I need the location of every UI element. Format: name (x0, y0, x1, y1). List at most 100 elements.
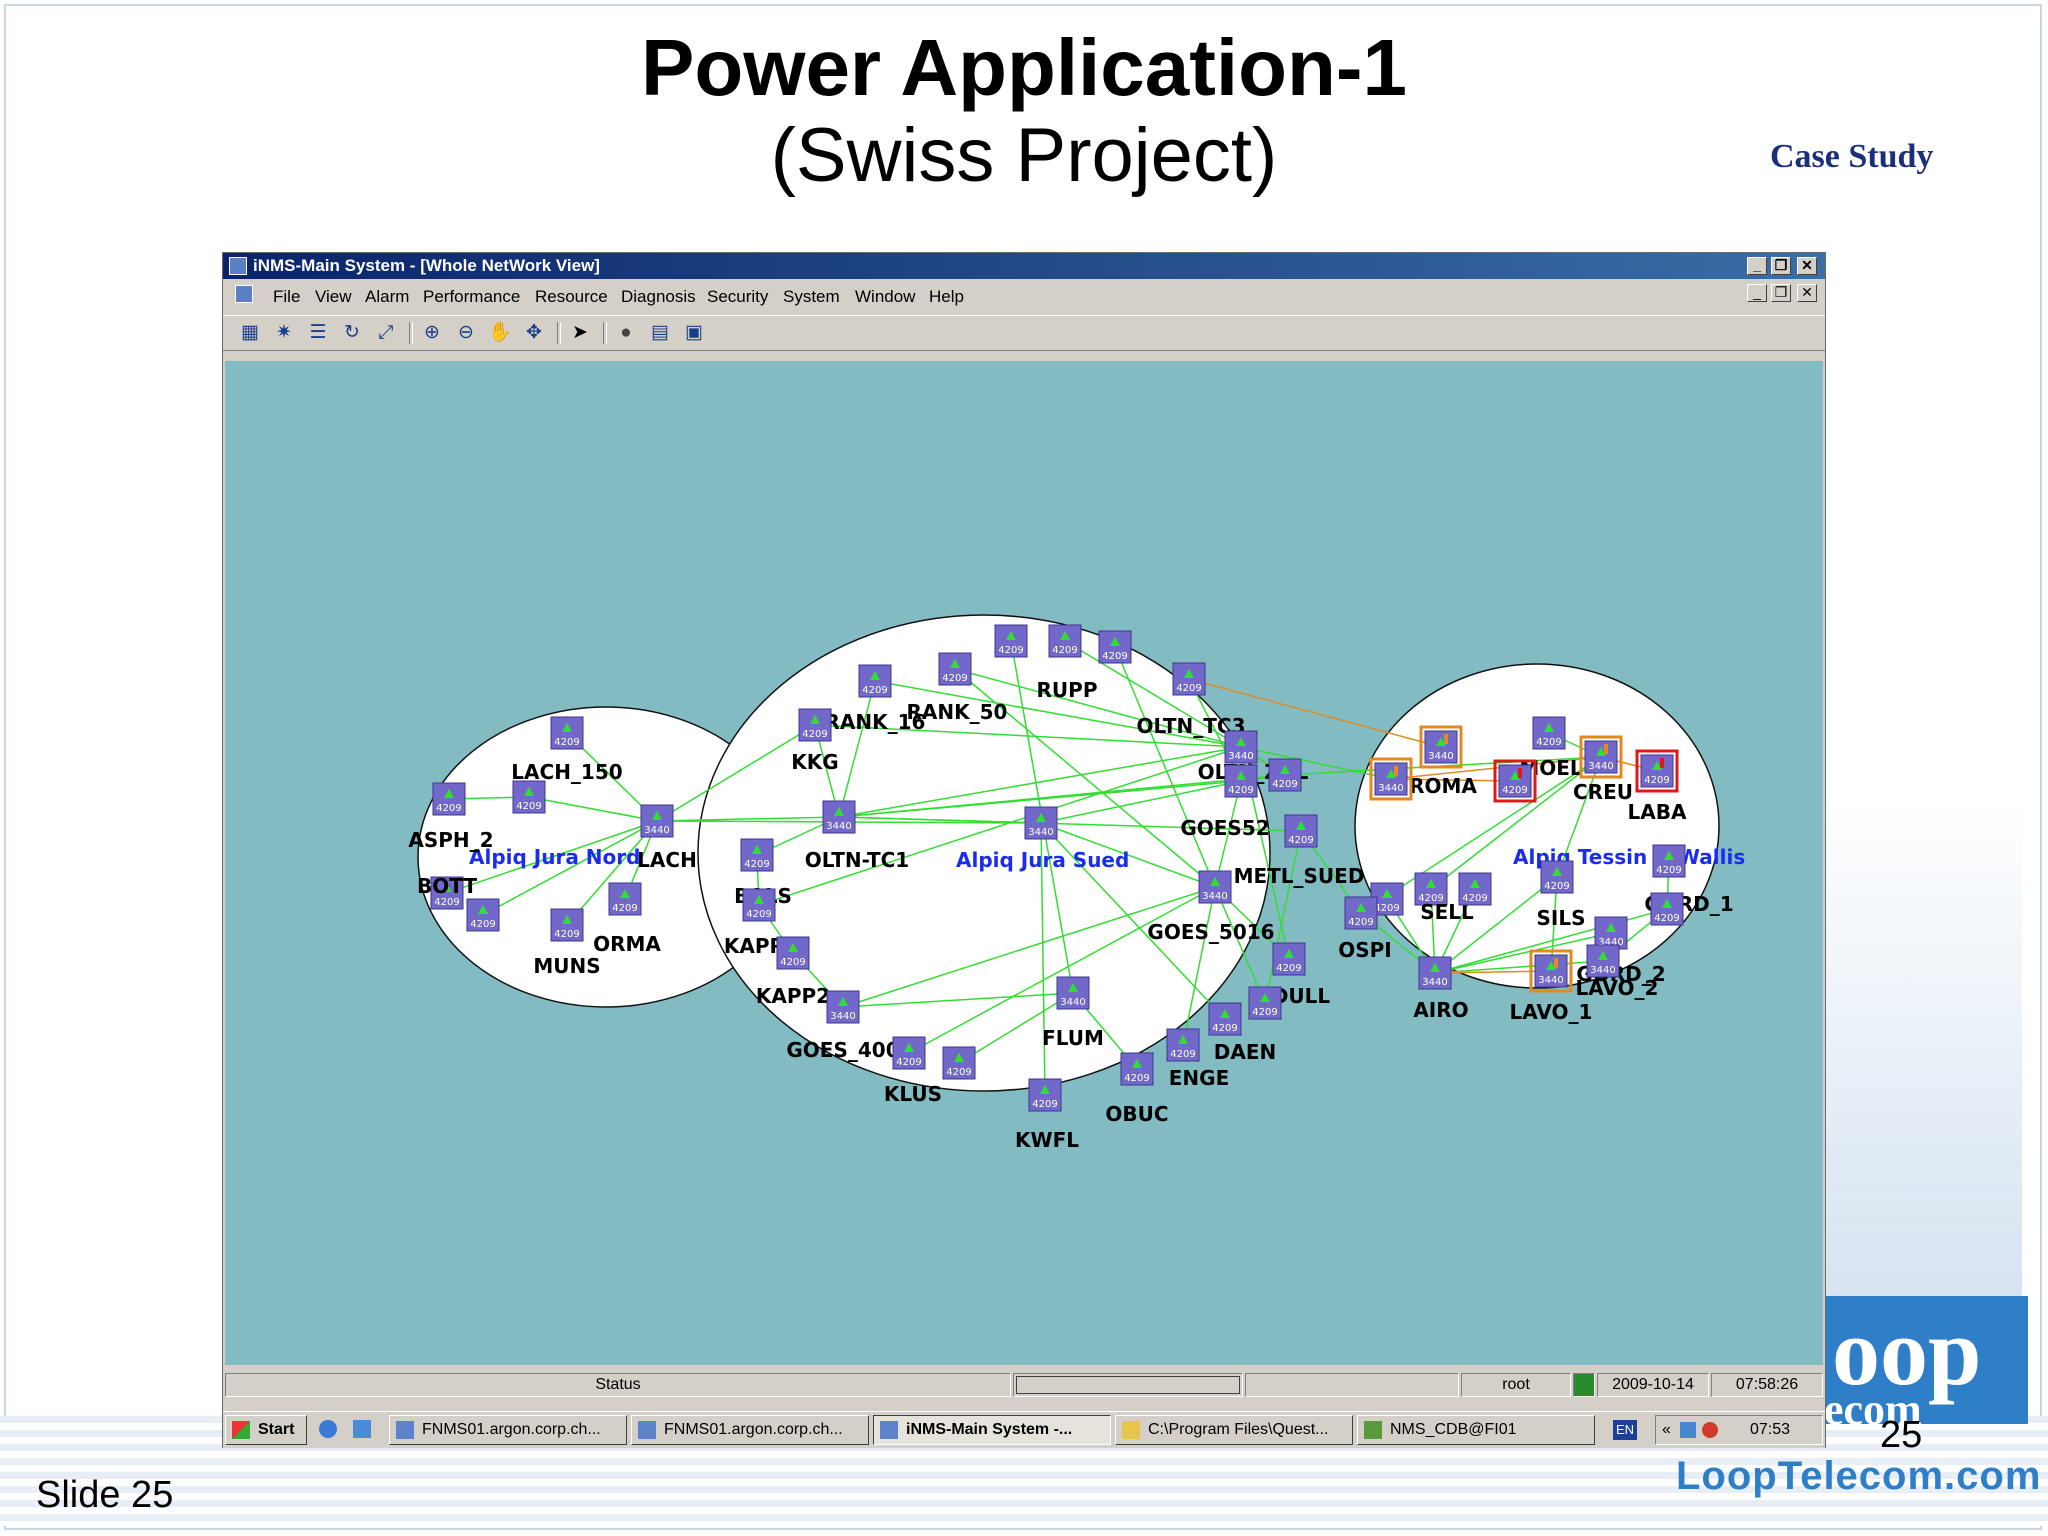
node-label: KWFL (1015, 1128, 1079, 1152)
device-model: 4209 (1228, 785, 1253, 796)
device-model: 3440 (1202, 891, 1227, 902)
device-model: 4209 (470, 919, 495, 930)
app-icon (229, 257, 247, 275)
device-model: 3440 (1428, 751, 1453, 762)
menu-help[interactable]: Help (929, 287, 964, 307)
maximize-button[interactable]: ❐ (1771, 257, 1791, 275)
network-icon[interactable]: ✷ (271, 321, 297, 345)
doc-close-button[interactable]: ✕ (1797, 284, 1817, 302)
security-tray-icon[interactable] (1702, 1422, 1718, 1438)
menu-window[interactable]: Window (855, 287, 915, 307)
menu-performance[interactable]: Performance (423, 287, 520, 307)
slide-title: Power Application-1 (640, 23, 1407, 112)
list-icon[interactable]: ▤ (647, 321, 673, 345)
toolbar-separator (409, 322, 413, 344)
node-n_top2[interactable]: 4209 (1098, 630, 1132, 664)
node-klusb[interactable]: 4209 (942, 1046, 976, 1080)
device-model: 4209 (1644, 775, 1669, 786)
device-model: 4209 (942, 673, 967, 684)
alarm-marker-icon (1518, 768, 1522, 778)
network-canvas[interactable]: Alpiq Jura Nord Alpiq Jura Sued Alpiq Tess… (225, 361, 1823, 1365)
task-label: C:\Program Files\Quest... (1148, 1421, 1329, 1438)
device-model: 4209 (1276, 963, 1301, 974)
desktop-quicklaunch-icon[interactable] (347, 1415, 377, 1445)
node-label: CREU (1573, 780, 1633, 804)
toolbar: ▦ ✷ ☰ ↻ ⤢ ⊕ ⊖ ✋ ✥ ➤ ● ▤ ▣ (223, 315, 1825, 351)
close-button[interactable]: ✕ (1797, 257, 1817, 275)
zoom-in-icon[interactable]: ⊕ (419, 321, 445, 345)
node-label: ASPH_2 (408, 828, 493, 852)
ie-quicklaunch-icon[interactable] (313, 1415, 343, 1445)
node-oltn_znlb[interactable]: 4209 (1268, 758, 1302, 792)
device-model: 4209 (1170, 1049, 1195, 1060)
zoom-out-icon[interactable]: ⊖ (453, 321, 479, 345)
node-kwfl[interactable]: 4209 KWFL (1015, 1078, 1079, 1152)
node-label: RUPP (1037, 678, 1098, 702)
toolbar-separator (603, 322, 607, 344)
menu-view[interactable]: View (315, 287, 352, 307)
windows-logo-icon (232, 1421, 250, 1439)
minimize-button[interactable]: _ (1747, 257, 1767, 275)
move-icon[interactable]: ✥ (521, 321, 547, 345)
window-title: iNMS-Main System - [Whole NetWork View] (253, 256, 600, 275)
task-fnms01-2[interactable]: FNMS01.argon.corp.ch... (631, 1415, 869, 1445)
node-tw_a[interactable]: 3440 (1369, 757, 1413, 801)
task-fnms01-1[interactable]: FNMS01.argon.corp.ch... (389, 1415, 627, 1445)
inms-main-window[interactable]: iNMS-Main System - [Whole NetWork View] … (222, 252, 1826, 1448)
device-model: 4209 (554, 737, 579, 748)
node-label: GOES52 (1180, 816, 1269, 840)
menu-resource[interactable]: Resource (535, 287, 608, 307)
alarm-marker-icon (1394, 766, 1398, 776)
node-tw_b[interactable]: 4209 (1493, 759, 1537, 803)
node-label: MUNS (533, 954, 600, 978)
pointer-icon[interactable]: ➤ (567, 321, 593, 345)
language-indicator[interactable]: EN (1613, 1420, 1637, 1440)
pan-hand-icon[interactable]: ✋ (487, 321, 513, 345)
network-topology-map[interactable]: Alpiq Jura Nord Alpiq Jura Sued Alpiq Tess… (225, 361, 1823, 1365)
start-button[interactable]: Start (225, 1415, 307, 1445)
tree-icon[interactable]: ☰ (305, 321, 331, 345)
device-model: 3440 (826, 821, 851, 832)
node-label: AIRO (1413, 998, 1468, 1022)
properties-icon[interactable]: ▣ (681, 321, 707, 345)
node-label: KKG (791, 750, 838, 774)
doc-restore-button[interactable]: ❐ (1771, 284, 1791, 302)
device-model: 4209 (1374, 903, 1399, 914)
menu-security[interactable]: Security (707, 287, 768, 307)
node-bottb[interactable]: 4209 (466, 898, 500, 932)
terminal-icon (396, 1421, 414, 1439)
node-laba[interactable]: 4209 LABA (1628, 749, 1687, 824)
topology-icon[interactable]: ▦ (237, 321, 263, 345)
menu-file[interactable]: File (273, 287, 300, 307)
device-model: 4209 (1462, 893, 1487, 904)
window-titlebar[interactable]: iNMS-Main System - [Whole NetWork View] … (223, 253, 1825, 279)
task-program-files[interactable]: C:\Program Files\Quest... (1115, 1415, 1353, 1445)
menu-system[interactable]: System (783, 287, 840, 307)
task-nms-cdb[interactable]: NMS_CDB@FI01 (1357, 1415, 1595, 1445)
terminal-icon (638, 1421, 656, 1439)
node-sued_hub[interactable]: 3440 (1024, 806, 1058, 840)
node-sellc[interactable]: 4209 (1458, 872, 1492, 906)
menu-alarm[interactable]: Alarm (365, 287, 409, 307)
device-model: 4209 (1102, 651, 1127, 662)
refresh-icon[interactable]: ↻ (339, 321, 365, 345)
task-inms-main[interactable]: iNMS-Main System -... (873, 1415, 1111, 1445)
device-model: 4209 (1288, 835, 1313, 846)
node-n_top1[interactable]: 4209 (994, 624, 1028, 658)
alarm-marker-icon (1660, 758, 1664, 768)
network-tray-icon[interactable] (1680, 1422, 1696, 1438)
doc-minimize-button[interactable]: _ (1747, 284, 1767, 302)
menu-diagnosis[interactable]: Diagnosis (621, 287, 696, 307)
node-label: RANK_16 (825, 710, 926, 734)
device-model: 3440 (830, 1011, 855, 1022)
task-label: iNMS-Main System -... (906, 1421, 1073, 1438)
tray-expand-icon[interactable]: « (1662, 1416, 1671, 1444)
device-model: 4209 (434, 897, 459, 908)
globe-icon[interactable]: ● (613, 321, 639, 345)
device-model: 4209 (1536, 737, 1561, 748)
node-asph_2b[interactable]: 4209 (512, 780, 546, 814)
device-model: 4209 (896, 1057, 921, 1068)
fit-icon[interactable]: ⤢ (373, 321, 399, 345)
node-daenb[interactable]: 4209 (1248, 986, 1282, 1020)
node-gord_1b[interactable]: 4209 (1650, 892, 1684, 926)
